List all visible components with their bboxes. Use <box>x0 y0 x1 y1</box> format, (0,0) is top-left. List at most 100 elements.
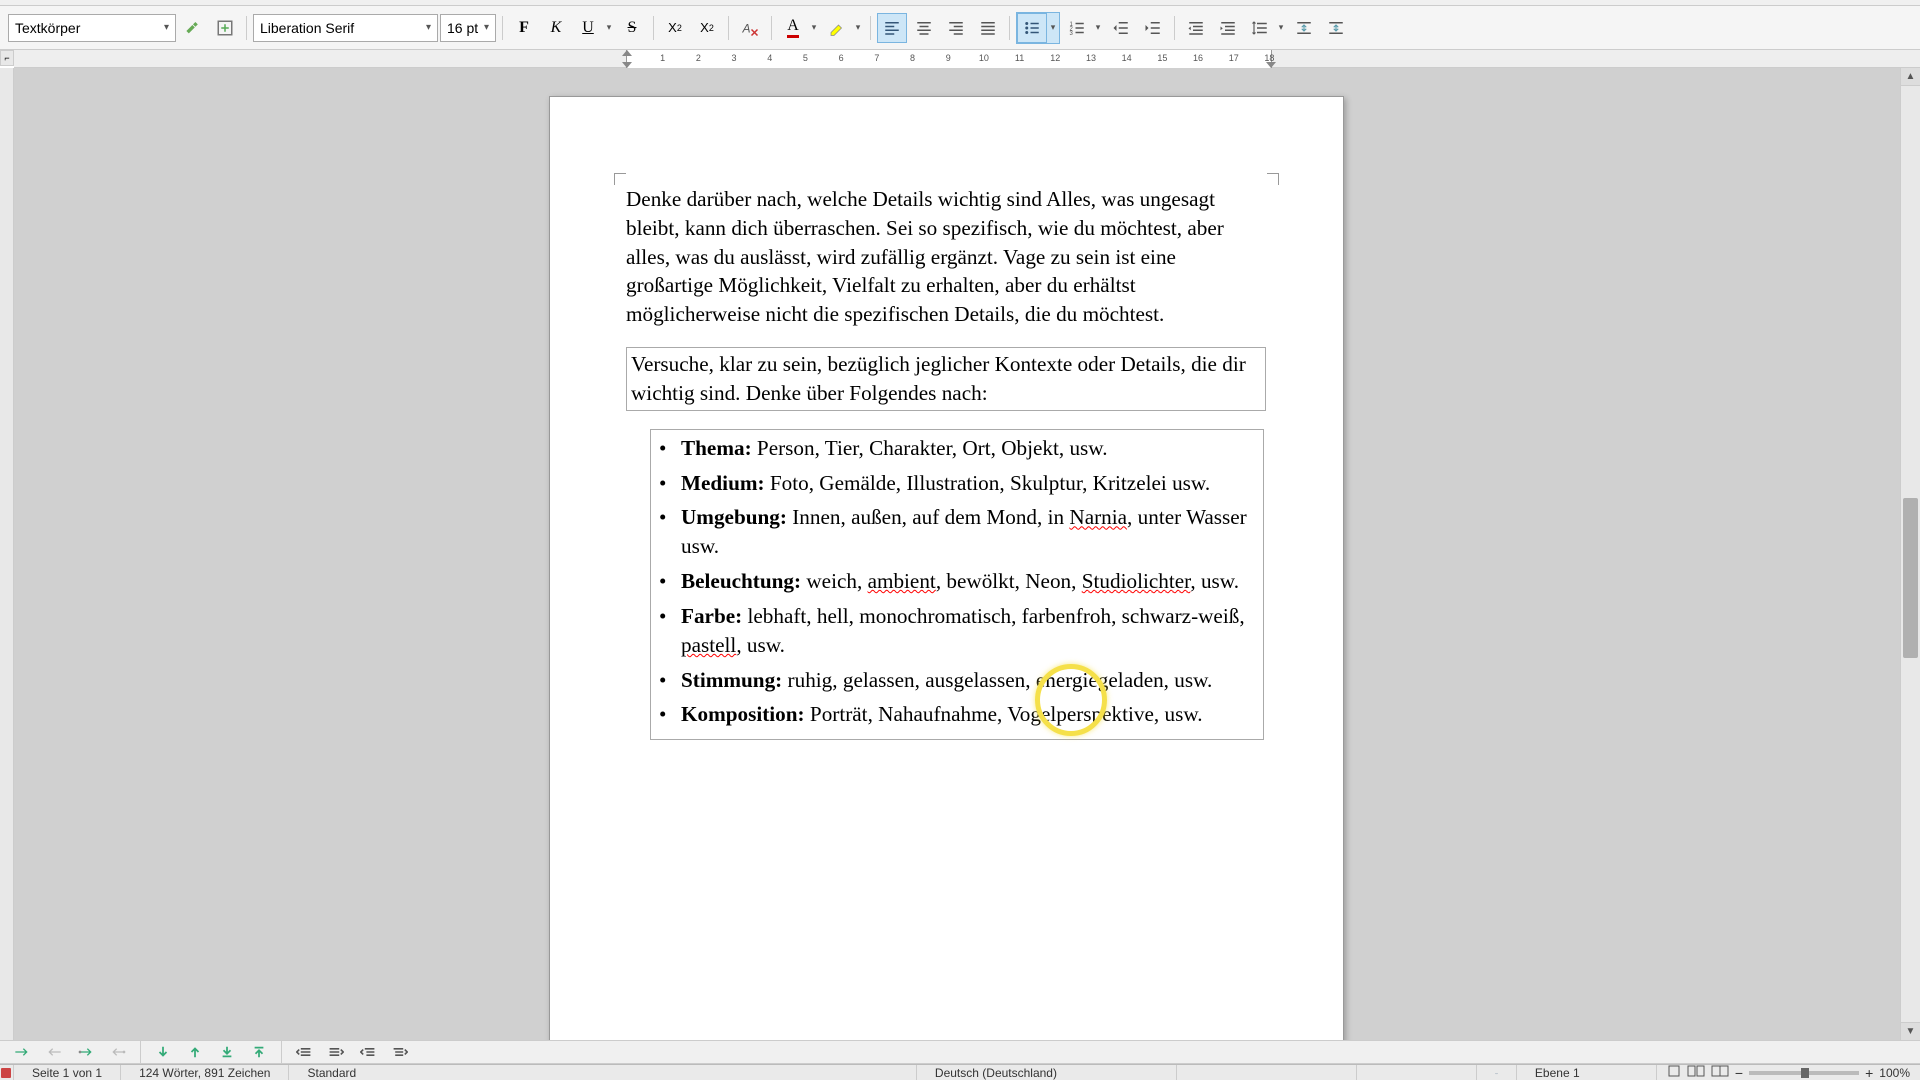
separator <box>1009 16 1010 40</box>
document-area: Denke darüber nach, welche Details wicht… <box>0 68 1920 1040</box>
font-name-combo[interactable]: Liberation Serif ▾ <box>253 14 438 42</box>
intro-paragraph[interactable]: Denke darüber nach, welche Details wicht… <box>626 185 1226 329</box>
highlight-color-button[interactable]: ▾ <box>822 13 864 43</box>
scroll-down-button[interactable]: ▼ <box>1901 1022 1920 1040</box>
list-item[interactable]: •Medium: Foto, Gemälde, Illustration, Sk… <box>659 469 1255 498</box>
status-page-style[interactable]: Standard <box>289 1065 916 1080</box>
numbered-list-button[interactable]: 123 ▾ <box>1062 13 1104 43</box>
chevron-down-icon[interactable]: ▾ <box>1092 22 1104 33</box>
ruler-tick: 14 <box>1122 53 1132 63</box>
font-name-value: Liberation Serif <box>260 20 354 36</box>
chevron-down-icon[interactable]: ▾ <box>808 22 820 33</box>
arrow-up-bar-button[interactable] <box>245 1042 273 1062</box>
bullet-list-button[interactable]: ▾ <box>1016 12 1060 44</box>
ruler-tick: 1 <box>660 53 665 63</box>
list-item-content: Stimmung: ruhig, gelassen, ausgelassen, … <box>681 666 1255 695</box>
font-color-button[interactable]: A ▾ <box>778 13 820 43</box>
view-single-icon[interactable] <box>1667 1065 1681 1080</box>
increase-indent-button[interactable] <box>1213 13 1243 43</box>
chevron-down-icon[interactable]: ▾ <box>1275 22 1287 33</box>
view-book-icon[interactable] <box>1711 1065 1729 1080</box>
status-layer[interactable]: Ebene 1 <box>1517 1065 1657 1080</box>
list-item[interactable]: •Umgebung: Innen, außen, auf dem Mond, i… <box>659 503 1255 561</box>
separator <box>140 1040 141 1064</box>
list-item[interactable]: •Farbe: lebhaft, hell, monochromatisch, … <box>659 602 1255 660</box>
superscript-button[interactable]: X2 <box>660 13 690 43</box>
chevron-down-icon[interactable]: ▾ <box>1047 22 1059 33</box>
bold-button[interactable]: F <box>509 13 539 43</box>
increase-spacing-button[interactable] <box>1289 13 1319 43</box>
bullet-icon: • <box>659 700 681 729</box>
vertical-scrollbar[interactable]: ▲ ▼ <box>1900 68 1920 1040</box>
svg-text:A: A <box>742 21 751 35</box>
vertical-ruler[interactable] <box>0 68 14 1040</box>
horizontal-ruler[interactable]: 123456789101112131415161718 <box>14 50 1920 68</box>
list-item[interactable]: •Komposition: Porträt, Nahaufnahme, Voge… <box>659 700 1255 729</box>
outdent-button[interactable] <box>1106 13 1136 43</box>
status-signature[interactable] <box>1477 1065 1517 1080</box>
chevron-down-icon[interactable]: ▾ <box>603 22 615 33</box>
decrease-indent-button[interactable] <box>1181 13 1211 43</box>
subscript-button[interactable]: X2 <box>692 13 722 43</box>
align-left-button[interactable] <box>877 13 907 43</box>
ruler-tick: 10 <box>979 53 989 63</box>
strikethrough-button[interactable]: S <box>617 13 647 43</box>
status-language[interactable]: Deutsch (Deutschland) <box>917 1065 1177 1080</box>
align-justify-button[interactable] <box>973 13 1003 43</box>
ruler-tick: 15 <box>1157 53 1167 63</box>
ruler-tick: 17 <box>1229 53 1239 63</box>
indent-button[interactable] <box>1138 13 1168 43</box>
list-item-content: Beleuchtung: weich, ambient, bewölkt, Ne… <box>681 567 1255 596</box>
margin-corner <box>1267 173 1279 185</box>
status-insert-mode[interactable] <box>1177 1065 1357 1080</box>
decrease-spacing-button[interactable] <box>1321 13 1351 43</box>
nav-forward-button[interactable] <box>8 1042 36 1062</box>
zoom-value[interactable]: 100% <box>1879 1066 1910 1080</box>
underline-button[interactable]: U ▾ <box>573 13 615 43</box>
zoom-in-button[interactable]: + <box>1865 1065 1873 1081</box>
status-page[interactable]: Seite 1 von 1 <box>14 1065 121 1080</box>
arrow-down-button[interactable] <box>149 1042 177 1062</box>
status-selection-mode[interactable] <box>1357 1065 1477 1080</box>
update-style-button[interactable] <box>178 13 208 43</box>
framed-paragraph[interactable]: Versuche, klar zu sein, bezüglich jeglic… <box>626 347 1267 411</box>
paragraph-style-combo[interactable]: Textkörper ▾ <box>8 14 176 42</box>
save-indicator[interactable] <box>0 1065 14 1080</box>
bullet-icon: • <box>659 503 681 561</box>
bullet-list-frame[interactable]: •Thema: Person, Tier, Charakter, Ort, Ob… <box>650 429 1264 740</box>
new-style-button[interactable] <box>210 13 240 43</box>
zoom-out-button[interactable]: − <box>1735 1065 1743 1081</box>
line-spacing-button[interactable]: ▾ <box>1245 13 1287 43</box>
zoom-slider[interactable] <box>1749 1071 1859 1075</box>
nav-link-back-button[interactable] <box>104 1042 132 1062</box>
demote-sub-button[interactable] <box>386 1042 414 1062</box>
scroll-thumb[interactable] <box>1903 498 1918 658</box>
arrow-up-button[interactable] <box>181 1042 209 1062</box>
separator <box>653 16 654 40</box>
list-item[interactable]: •Thema: Person, Tier, Charakter, Ort, Ob… <box>659 434 1255 463</box>
ruler-tick: 12 <box>1050 53 1060 63</box>
scroll-up-button[interactable]: ▲ <box>1901 68 1920 86</box>
align-right-button[interactable] <box>941 13 971 43</box>
navigation-toolbar <box>0 1040 1920 1064</box>
ruler-tick: 4 <box>767 53 772 63</box>
ruler-corner: ⌐ <box>0 50 14 66</box>
promote-sub-button[interactable] <box>354 1042 382 1062</box>
view-multi-icon[interactable] <box>1687 1065 1705 1080</box>
promote-button[interactable] <box>290 1042 318 1062</box>
nav-back-button[interactable] <box>40 1042 68 1062</box>
nav-link-forward-button[interactable] <box>72 1042 100 1062</box>
align-center-button[interactable] <box>909 13 939 43</box>
clear-formatting-button[interactable]: A <box>735 13 765 43</box>
demote-button[interactable] <box>322 1042 350 1062</box>
status-word-count[interactable]: 124 Wörter, 891 Zeichen <box>121 1065 289 1080</box>
list-item-content: Umgebung: Innen, außen, auf dem Mond, in… <box>681 503 1255 561</box>
document-page[interactable]: Denke darüber nach, welche Details wicht… <box>549 96 1344 1040</box>
italic-button[interactable]: K <box>541 13 571 43</box>
chevron-down-icon[interactable]: ▾ <box>852 22 864 33</box>
font-size-combo[interactable]: 16 pt ▾ <box>440 14 496 42</box>
list-item[interactable]: •Stimmung: ruhig, gelassen, ausgelassen,… <box>659 666 1255 695</box>
ruler-tick: 18 <box>1264 53 1274 63</box>
list-item[interactable]: •Beleuchtung: weich, ambient, bewölkt, N… <box>659 567 1255 596</box>
arrow-down-bar-button[interactable] <box>213 1042 241 1062</box>
